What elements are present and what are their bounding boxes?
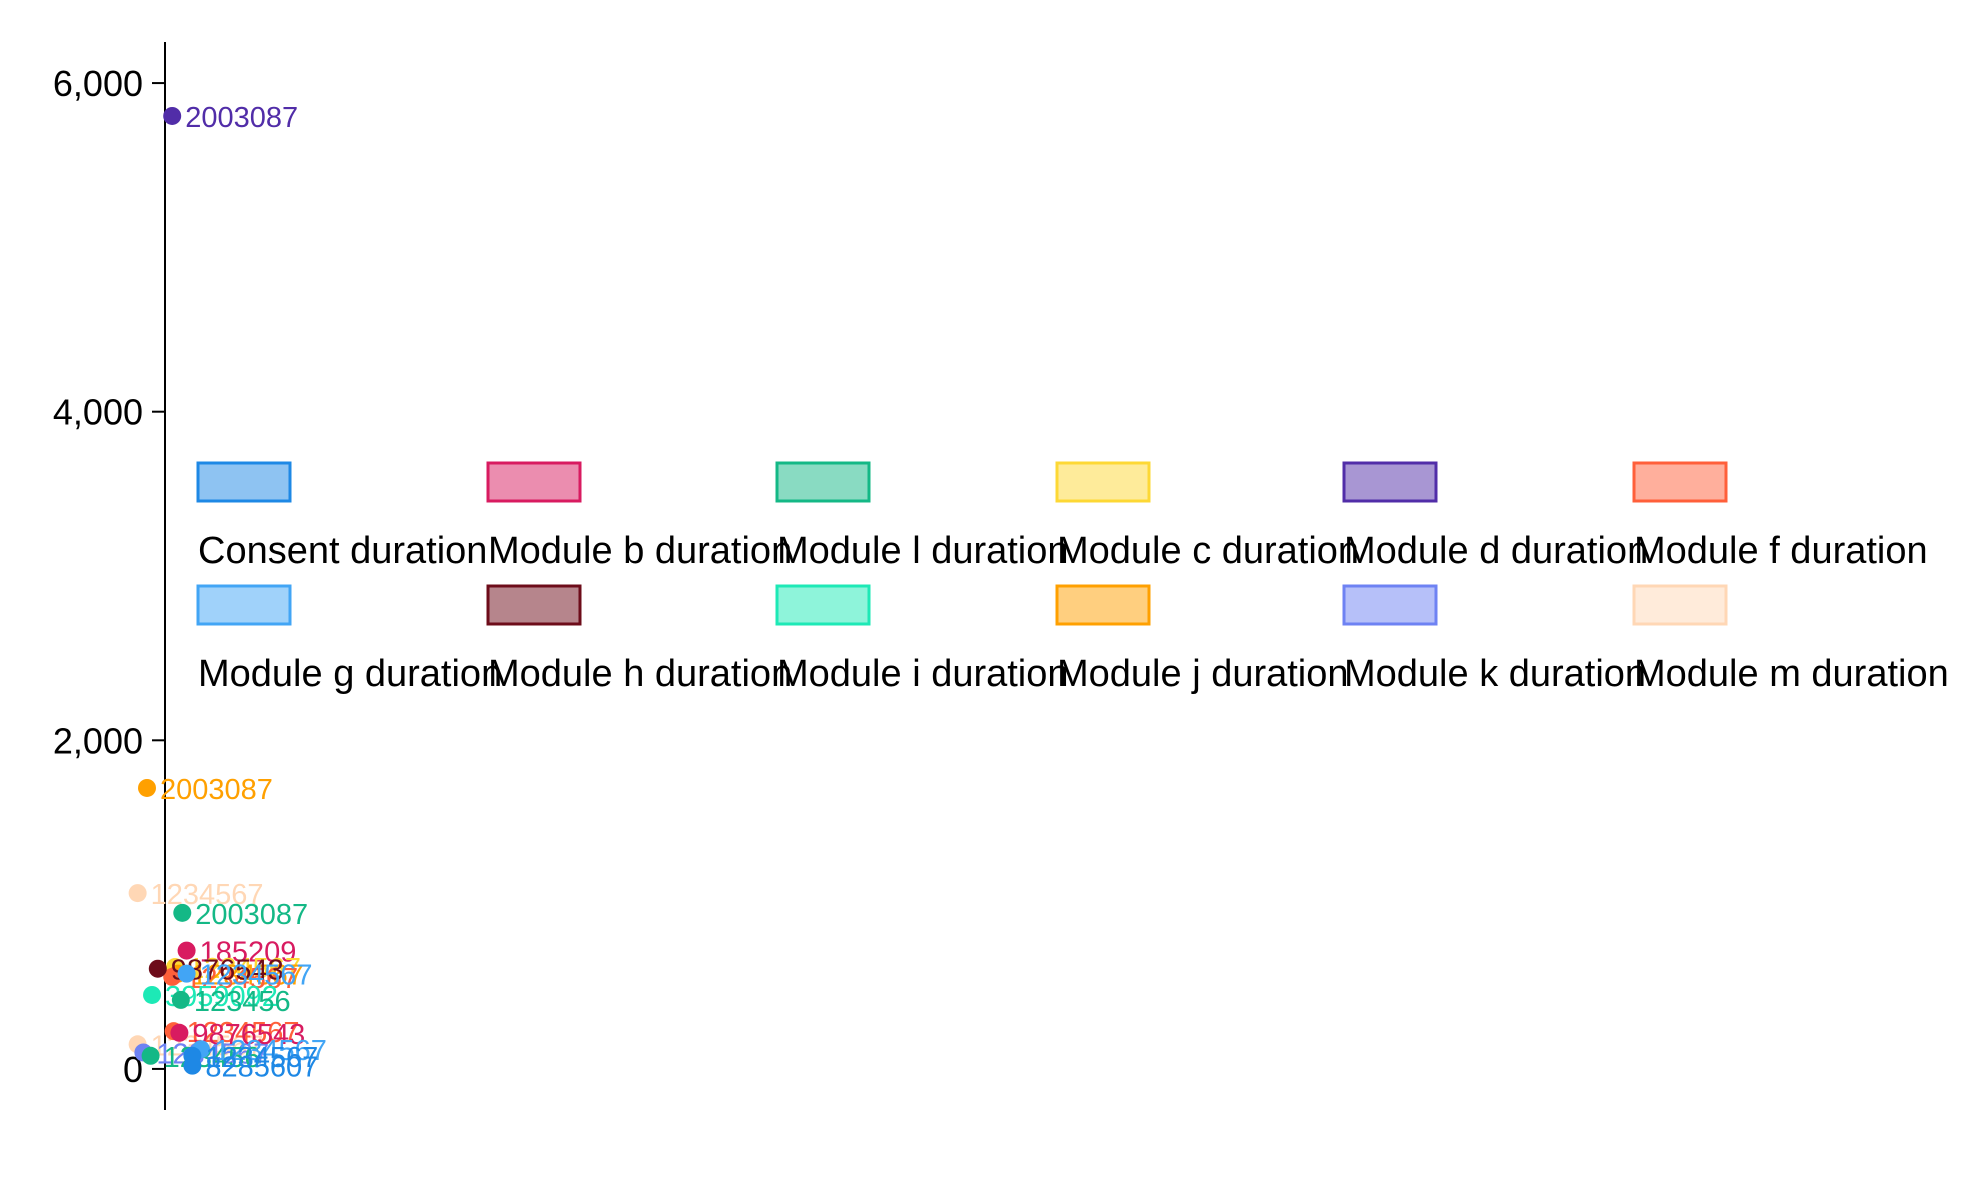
data-point-module_l [141, 1046, 160, 1065]
data-point-module_j [138, 778, 156, 797]
data-point-label: 2003087 [195, 899, 308, 931]
legend-swatch-module_m [1632, 584, 1728, 626]
data-point-module_h [148, 959, 167, 978]
y-tick-label: 6,000 [53, 63, 143, 104]
legend-swatch-module_d [1342, 461, 1438, 503]
data-point-label: 2003087 [160, 774, 273, 806]
legend-label-module_h: Module h duration [488, 653, 792, 695]
legend-label-consent: Consent duration [198, 530, 487, 572]
legend-swatch-module_b [486, 461, 582, 503]
legend-swatch-module_h [486, 584, 582, 626]
legend: Consent duration Module b durationModule … [196, 461, 1949, 695]
data-point-module_d [163, 106, 182, 125]
legend-label-module_g: Module g duration [198, 653, 502, 695]
legend-swatch-module_l [775, 461, 871, 503]
legend-label-module_j: Module j duration [1057, 653, 1349, 695]
data-point-module_i [143, 985, 162, 1004]
legend-label-module_m: Module m duration [1634, 653, 1949, 695]
y-axis: 02,0004,0006,000 [53, 42, 166, 1110]
legend-swatch-module_i [775, 584, 871, 626]
y-tick-label: 4,000 [53, 392, 143, 433]
legend-swatch-module_f [1632, 461, 1728, 503]
y-tick-label: 2,000 [53, 720, 143, 761]
legend-label-module_d: Module d duration [1344, 530, 1648, 572]
legend-swatch-consent [196, 461, 292, 503]
legend-swatch-module_g [196, 584, 292, 626]
data-point-label: 8285607 [205, 1052, 318, 1084]
data-point-module_l [173, 903, 192, 922]
data-point-consent [183, 1056, 202, 1075]
legend-label-module_c: Module c duration [1057, 530, 1359, 572]
legend-label-module_i: Module i duration [777, 653, 1069, 695]
legend-label-module_f: Module f duration [1634, 530, 1928, 572]
legend-label-module_b: Module b duration [488, 530, 792, 572]
data-point-module_g [177, 964, 196, 983]
data-point-label: 1234567 [200, 960, 313, 992]
legend-swatch-module_k [1342, 584, 1438, 626]
scatter-chart: 02,0004,0006,000 12345671234567123456123… [53, 42, 1949, 1110]
legend-swatch-module_c [1055, 461, 1151, 503]
legend-swatch-module_j [1055, 584, 1151, 626]
legend-label-module_l: Module l duration [777, 530, 1069, 572]
data-point-label: 2003087 [185, 102, 298, 134]
data-point-module_l [171, 990, 190, 1009]
legend-label-module_k: Module k duration [1344, 653, 1646, 695]
data-point-module_m [128, 884, 147, 903]
data-point-module_b [170, 1023, 189, 1042]
